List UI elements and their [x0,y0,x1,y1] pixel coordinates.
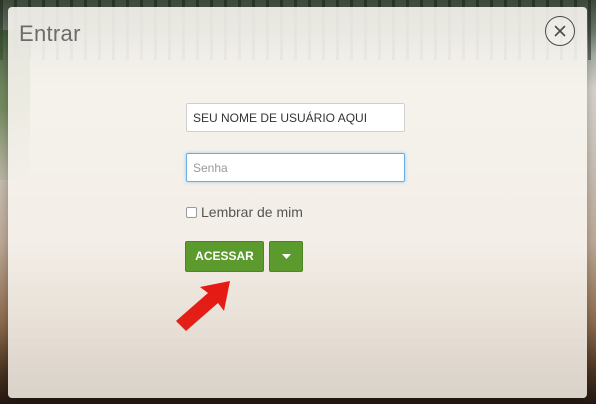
submit-button[interactable]: ACESSAR [185,241,264,272]
red-arrow-icon [176,281,230,331]
remember-me[interactable]: Lembrar de mim [186,204,303,220]
close-icon [554,25,566,37]
remember-me-label[interactable]: Lembrar de mim [201,204,303,220]
close-button[interactable] [545,16,575,46]
remember-me-checkbox[interactable] [186,206,197,218]
login-modal: Entrar Lembrar de mim ACESSAR [8,7,587,398]
caret-down-icon [281,254,291,259]
username-input[interactable] [186,103,405,132]
login-options-dropdown-button[interactable] [269,241,303,272]
modal-title: Entrar [19,21,81,46]
password-input[interactable] [186,153,405,182]
